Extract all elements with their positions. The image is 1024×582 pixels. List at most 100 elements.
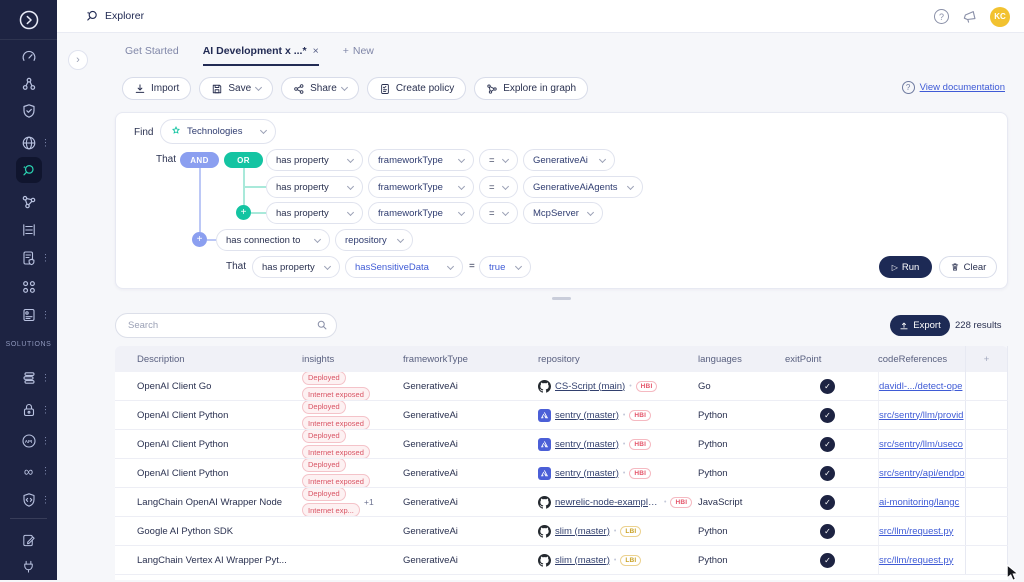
and-operator-pill[interactable]: AND: [180, 152, 219, 168]
code-reference-link[interactable]: src/sentry/llm/useco: [879, 439, 963, 450]
code-reference-link[interactable]: davidl-.../detect-ope: [879, 381, 962, 392]
app-logo[interactable]: [0, 0, 57, 40]
clear-button[interactable]: Clear: [939, 256, 997, 278]
repository-link[interactable]: newrelic-node-examples (...: [555, 497, 660, 508]
operator-dropdown[interactable]: has property: [266, 149, 363, 171]
table-row[interactable]: LangChain OpenAI Wrapper Node Deployed I…: [115, 488, 1008, 517]
repository-link[interactable]: slim (master): [555, 555, 610, 566]
help-button[interactable]: ?: [934, 9, 949, 24]
infinity-icon: ∞: [24, 465, 33, 478]
repository-link[interactable]: sentry (master): [555, 439, 619, 450]
sidebar-item-release-notes[interactable]: [0, 528, 57, 552]
value-dropdown[interactable]: true: [479, 256, 531, 278]
column-header-repository[interactable]: repository: [538, 354, 698, 365]
sidebar-item-graph[interactable]: [0, 190, 57, 214]
comparator-dropdown[interactable]: =: [479, 176, 518, 198]
add-column-button[interactable]: +: [965, 346, 1008, 372]
row-extra-cell: [965, 430, 1008, 458]
search-input[interactable]: [115, 313, 337, 338]
explore-in-graph-button[interactable]: Explore in graph: [474, 77, 588, 100]
sidebar-item-compliance[interactable]: [0, 99, 57, 123]
frameworktype-cell: GenerativeAi: [403, 381, 538, 392]
run-button[interactable]: ▷ Run: [879, 256, 932, 278]
expand-panel-button[interactable]: ›: [68, 50, 88, 70]
sidebar-item-code-security[interactable]: ⋮: [0, 488, 57, 512]
announcements-megaphone-icon[interactable]: [961, 9, 978, 24]
close-icon[interactable]: ×: [313, 45, 319, 57]
property-dropdown[interactable]: frameworkType: [368, 176, 474, 198]
repository-link[interactable]: CS-Script (main): [555, 381, 625, 392]
column-header-description[interactable]: Description: [115, 354, 302, 365]
sidebar-item-explorer[interactable]: [0, 158, 57, 182]
value-dropdown[interactable]: McpServer: [523, 202, 603, 224]
connection-target-dropdown[interactable]: repository: [335, 229, 413, 251]
column-header-codereferences[interactable]: codeReferences: [878, 354, 965, 365]
user-avatar[interactable]: KC: [990, 7, 1010, 27]
add-or-condition-button[interactable]: +: [236, 205, 251, 220]
exitpoint-cell: ✓: [785, 379, 878, 394]
value-dropdown[interactable]: GenerativeAi: [523, 149, 615, 171]
panel-resize-handle[interactable]: [552, 297, 571, 300]
save-button[interactable]: Save: [199, 77, 273, 100]
column-header-languages[interactable]: languages: [698, 354, 785, 365]
sidebar-item-policies[interactable]: ⋮: [0, 246, 57, 270]
comparator-dropdown[interactable]: =: [479, 149, 518, 171]
operator-dropdown[interactable]: has property: [266, 176, 363, 198]
tab-active-query[interactable]: AI Development x ...* ×: [203, 45, 319, 66]
repository-link[interactable]: sentry (master): [555, 410, 619, 421]
comparator-dropdown[interactable]: =: [479, 202, 518, 224]
sidebar-item-integrations[interactable]: [0, 275, 57, 299]
or-operator-pill[interactable]: OR: [224, 152, 263, 168]
table-row[interactable]: Google AI Python SDK GenerativeAi slim (…: [115, 517, 1008, 546]
tab-new[interactable]: + New: [343, 45, 374, 64]
code-reference-link[interactable]: src/sentry/llm/provid: [879, 410, 963, 421]
value-dropdown[interactable]: GenerativeAiAgents: [523, 176, 643, 198]
code-reference-link[interactable]: src/sentry/api/endpo: [879, 468, 965, 479]
column-header-exitpoint[interactable]: exitPoint: [785, 354, 878, 365]
sidebar-item-inventory[interactable]: [0, 72, 57, 96]
sidebar-item-api-security[interactable]: API ⋮: [0, 429, 57, 453]
sidebar-item-internet[interactable]: ⋮: [0, 131, 57, 155]
question-icon: ?: [939, 12, 944, 22]
operator-dropdown[interactable]: has property: [266, 202, 363, 224]
add-and-condition-button[interactable]: +: [192, 232, 207, 247]
equals-sign: =: [469, 261, 475, 272]
code-reference-link[interactable]: src/llm/request.py: [879, 526, 953, 537]
import-button[interactable]: Import: [122, 77, 191, 100]
column-header-frameworktype[interactable]: frameworkType: [403, 354, 538, 365]
table-row[interactable]: LangChain Vertex AI Wrapper Pyt... Gener…: [115, 546, 1008, 575]
share-button[interactable]: Share: [281, 77, 359, 100]
table-row[interactable]: OpenAI Client Python Deployed Internet e…: [115, 430, 1008, 459]
table-row[interactable]: OpenAI Client Python Deployed Internet e…: [115, 401, 1008, 430]
property-dropdown[interactable]: hasSensitiveData: [345, 256, 463, 278]
repository-link[interactable]: slim (master): [555, 526, 610, 537]
column-header-insights[interactable]: insights: [302, 354, 403, 365]
sidebar-item-data-security[interactable]: ⋮: [0, 366, 57, 390]
chevron-down-icon: [587, 208, 594, 215]
entity-type-dropdown[interactable]: Technologies: [160, 119, 276, 144]
insights-cell: [302, 546, 403, 574]
results-count: 228 results: [955, 320, 1001, 331]
view-documentation-link[interactable]: ? View documentation: [902, 81, 1005, 94]
sidebar-item-dashboard[interactable]: [0, 44, 57, 68]
sidebar-item-connectors[interactable]: [0, 554, 57, 578]
codereference-cell: davidl-.../detect-ope: [878, 372, 965, 400]
repository-link[interactable]: sentry (master): [555, 468, 619, 479]
table-row[interactable]: OpenAI Client Go Deployed Internet expos…: [115, 372, 1008, 401]
create-policy-button[interactable]: Create policy: [367, 77, 466, 100]
tab-get-started[interactable]: Get Started: [125, 45, 179, 64]
insights-more-count[interactable]: +1: [364, 497, 374, 507]
hbi-badge: HBI: [629, 468, 651, 479]
code-reference-link[interactable]: src/llm/request.py: [879, 555, 953, 566]
sidebar-item-secrets[interactable]: ⋮: [0, 398, 57, 422]
sidebar-item-workloads[interactable]: [0, 218, 57, 242]
property-dropdown[interactable]: frameworkType: [368, 202, 474, 224]
operator-dropdown[interactable]: has property: [252, 256, 340, 278]
table-row[interactable]: OpenAI Client Python Deployed Internet e…: [115, 459, 1008, 488]
property-dropdown[interactable]: frameworkType: [368, 149, 474, 171]
operator-dropdown[interactable]: has connection to: [216, 229, 330, 251]
sidebar-item-reports[interactable]: ⋮: [0, 303, 57, 327]
sidebar-item-cicd[interactable]: ∞ ⋮: [0, 459, 57, 483]
export-button[interactable]: Export: [890, 315, 950, 336]
code-reference-link[interactable]: ai-monitoring/langc: [879, 497, 959, 508]
